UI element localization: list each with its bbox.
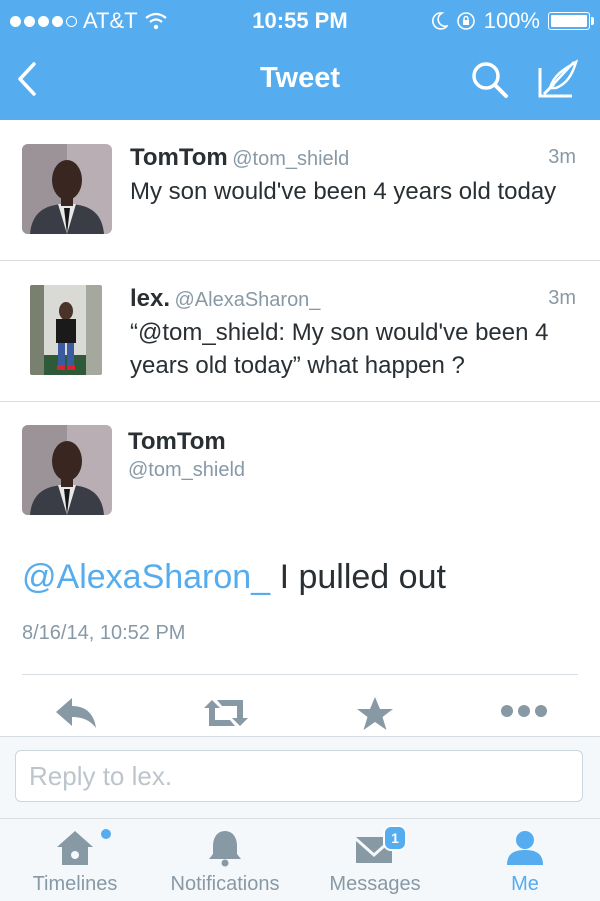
reply-button[interactable]: [54, 696, 98, 735]
tweet-time: 3m: [548, 146, 576, 168]
tab-label: Messages: [329, 873, 421, 895]
search-icon: [472, 62, 508, 98]
tweet-text: @AlexaSharon_ I pulled out: [22, 558, 446, 597]
reply-input[interactable]: [15, 750, 583, 802]
battery-percent: 100%: [483, 8, 540, 33]
author-name[interactable]: TomTom: [130, 144, 228, 171]
more-icon: [501, 705, 547, 717]
rotation-lock-icon: [456, 12, 475, 30]
tab-notifications[interactable]: Notifications: [150, 819, 300, 901]
top-bar: AT&T 10:55 PM 100% Tweet: [0, 0, 600, 120]
tweet-text: My son would've been 4 years old today: [130, 178, 557, 205]
avatar[interactable]: [22, 144, 112, 234]
page-title: Tweet: [259, 62, 341, 94]
reply-icon: [56, 698, 96, 728]
person-icon: [507, 831, 543, 865]
status-bar: AT&T 10:55 PM 100%: [0, 0, 600, 40]
favorite-icon: [357, 697, 393, 730]
home-icon: [57, 831, 93, 865]
favorite-button[interactable]: [356, 696, 394, 737]
tab-label: Me: [511, 873, 539, 895]
mention-link[interactable]: @AlexaSharon_: [22, 558, 270, 596]
author-handle[interactable]: @tom_shield: [128, 459, 245, 482]
search-button[interactable]: [470, 60, 510, 105]
tweet-row[interactable]: lex. @AlexaSharon_ 3m “@tom_shield: My s…: [0, 261, 600, 402]
tweet-text: “@tom_shield: My son would've been 4 yea…: [130, 319, 549, 379]
tab-messages[interactable]: 1 Messages: [300, 819, 450, 901]
tab-me[interactable]: Me: [450, 819, 600, 901]
avatar[interactable]: [22, 425, 112, 515]
reply-bar: [0, 736, 600, 819]
author-handle[interactable]: @tom_shield: [232, 148, 349, 170]
author-handle[interactable]: @AlexaSharon_: [174, 289, 320, 311]
author-name[interactable]: TomTom: [128, 428, 226, 456]
tab-timelines[interactable]: Timelines: [0, 819, 150, 901]
avatar[interactable]: [30, 285, 102, 375]
tweet-row[interactable]: TomTom @tom_shield 3m My son would've be…: [0, 120, 600, 261]
author-name[interactable]: lex.: [130, 285, 170, 312]
compose-button[interactable]: [536, 58, 580, 105]
compose-icon: [538, 59, 579, 98]
retweet-icon: [204, 700, 248, 726]
tweet-timestamp: 8/16/14, 10:52 PM: [22, 622, 186, 644]
more-button[interactable]: [500, 704, 548, 723]
retweet-button[interactable]: [202, 696, 250, 735]
divider: [22, 674, 578, 675]
moon-icon: [431, 12, 448, 30]
tweet-body: I pulled out: [270, 558, 446, 596]
nav-bar: Tweet: [0, 40, 600, 120]
bell-icon: [209, 831, 241, 867]
tweet-time: 3m: [548, 287, 576, 309]
notification-dot: [101, 829, 111, 839]
tab-label: Timelines: [32, 873, 118, 895]
unread-badge: 1: [383, 825, 407, 851]
tab-label: Notifications: [170, 873, 280, 895]
tab-bar: Timelines Notifications 1 Messages Me: [0, 818, 600, 901]
battery-icon: [548, 12, 594, 30]
